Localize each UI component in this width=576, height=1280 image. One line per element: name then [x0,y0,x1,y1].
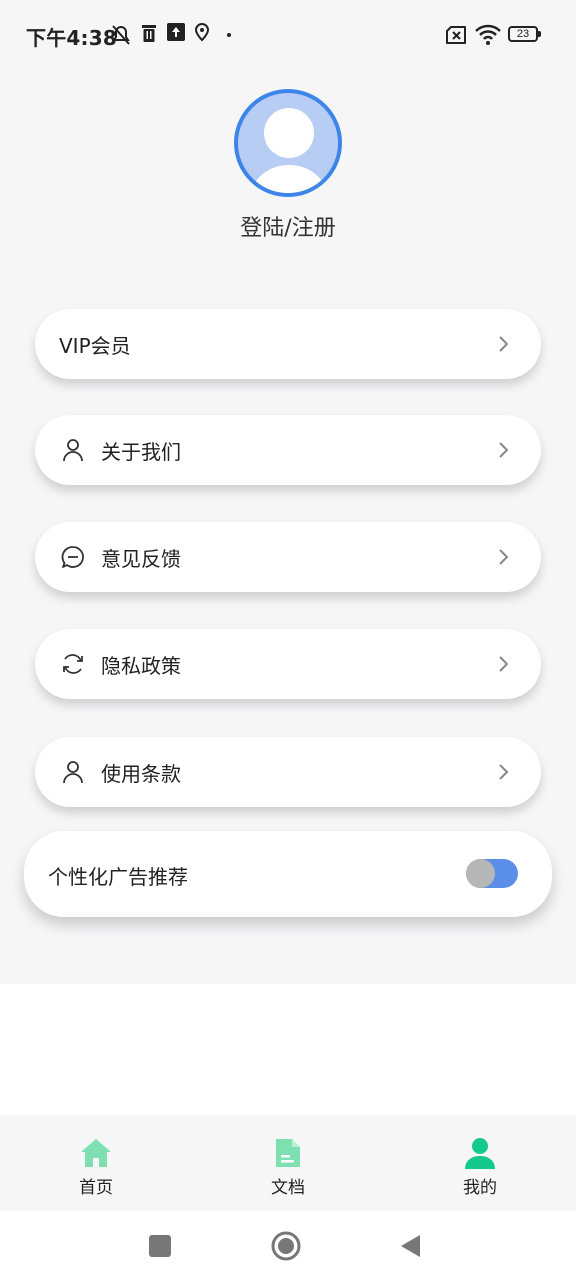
menu-item-about-us[interactable]: 关于我们 [35,415,541,485]
tab-label: 首页 [79,1178,113,1198]
system-nav-bar [0,1211,576,1280]
profile-icon [465,1138,495,1169]
home-button[interactable] [270,1230,302,1262]
recent-apps-button[interactable] [149,1235,171,1257]
tab-mine[interactable]: 我的 [420,1115,540,1211]
tab-home[interactable]: 首页 [36,1115,156,1211]
menu-item-privacy-policy[interactable]: 隐私政策 [35,629,541,699]
personalized-ads-toggle[interactable] [466,859,518,888]
chevron-right-icon [499,336,509,352]
personalized-ads-label: 个性化广告推荐 [48,865,188,889]
person-icon [63,761,83,784]
upload-icon [167,23,185,41]
menu-item-vip[interactable]: VIP会员 [35,309,541,379]
login-register-link[interactable]: 登陆/注册 [0,210,576,242]
menu-item-label: 隐私政策 [101,654,181,678]
document-icon [276,1139,300,1167]
menu-item-terms-of-use[interactable]: 使用条款 [35,737,541,807]
status-bar: 下午4:38 23 [0,0,576,72]
menu-item-label: 关于我们 [101,440,181,464]
back-button[interactable] [398,1233,422,1259]
chevron-right-icon [499,656,509,672]
mute-icon [112,25,130,45]
tab-label: 文档 [271,1178,305,1198]
chat-icon [61,546,84,568]
toggle-knob [466,859,495,888]
status-time: 下午4:38 [26,26,117,50]
trash-icon [142,25,156,42]
chevron-right-icon [499,442,509,458]
avatar-head [264,108,314,158]
battery-icon: 23 [508,26,541,42]
chevron-right-icon [499,549,509,565]
refresh-icon [63,654,83,674]
chevron-right-icon [499,764,509,780]
bottom-nav: 首页 文档 我的 [0,1115,576,1211]
avatar-body [248,165,330,193]
user-avatar-icon[interactable] [234,89,342,197]
menu-item-feedback[interactable]: 意见反馈 [35,522,541,592]
person-icon [63,439,83,462]
wifi-icon [475,24,501,45]
menu-item-label: VIP会员 [59,334,131,358]
location-icon [194,23,210,42]
notification-dot [227,33,231,37]
menu-item-label: 意见反馈 [101,547,181,571]
menu-item-label: 使用条款 [101,762,181,786]
home-icon [81,1139,111,1167]
sim-error-icon [446,26,466,44]
tab-label: 我的 [463,1178,497,1198]
personalized-ads-setting: 个性化广告推荐 [24,831,552,917]
tab-documents[interactable]: 文档 [228,1115,348,1211]
